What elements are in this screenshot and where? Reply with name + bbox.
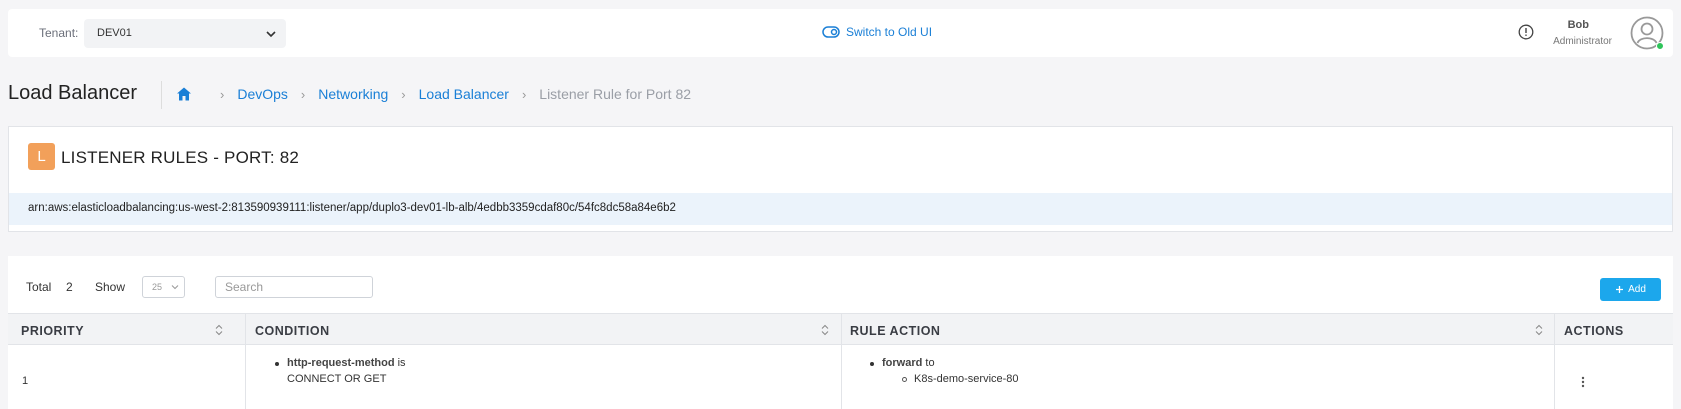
breadcrumb-devops[interactable]: DevOps [237, 86, 288, 102]
breadcrumb-networking[interactable]: Networking [318, 86, 388, 102]
column-header-rule-action[interactable]: RULE ACTION [850, 314, 940, 345]
sort-icon[interactable] [1534, 324, 1544, 336]
total-label: Total [26, 280, 52, 294]
switch-ui-toggle[interactable]: Switch to Old UI [822, 23, 932, 41]
column-divider [841, 314, 842, 345]
tenant-label: Tenant: [39, 26, 79, 40]
column-header-condition[interactable]: CONDITION [255, 314, 330, 345]
title-divider [161, 81, 162, 109]
condition-field: http-request-method [287, 357, 395, 369]
list-bullet [275, 362, 279, 366]
list-sub-bullet [902, 377, 907, 382]
column-header-actions: ACTIONS [1564, 324, 1624, 338]
tenant-select[interactable]: DEV01 [84, 19, 286, 48]
user-role: Administrator [1553, 36, 1612, 47]
online-status-dot [1656, 42, 1664, 50]
chevron-down-icon [266, 31, 276, 38]
column-divider [1554, 314, 1555, 345]
breadcrumb-separator: › [401, 86, 406, 102]
breadcrumb-load-balancer[interactable]: Load Balancer [419, 86, 509, 102]
table-row: 1 http-request-method is CONNECT OR GET … [8, 345, 1673, 409]
home-icon[interactable] [175, 85, 193, 103]
user-name: Bob [1567, 19, 1589, 31]
rules-table-card: Total 2 Show 25 Add PRIORITY CONDITION R… [8, 256, 1673, 409]
breadcrumb-current: Listener Rule for Port 82 [539, 86, 692, 102]
rules-heading: LISTENER RULES - PORT: 82 [61, 148, 300, 167]
breadcrumb: › DevOps › Networking › Load Balancer › … [175, 85, 691, 103]
column-divider [245, 314, 246, 345]
table-header: PRIORITY CONDITION RULE ACTION ACTIONS [8, 313, 1673, 345]
condition-value: CONNECT OR GET [287, 373, 387, 385]
breadcrumb-separator: › [300, 86, 306, 102]
column-divider [245, 345, 246, 409]
switch-ui-label: Switch to Old UI [846, 25, 933, 39]
search-input[interactable] [215, 276, 373, 298]
letter-badge: L [28, 143, 55, 170]
list-bullet [870, 362, 874, 366]
action-line: forward to [882, 357, 935, 369]
listener-rules-card: L LISTENER RULES - PORT: 82 arn:aws:elas… [8, 126, 1673, 232]
action-type: forward [882, 357, 923, 369]
more-actions-icon[interactable] [1579, 375, 1587, 389]
page-size-select[interactable]: 25 [142, 276, 185, 298]
action-preposition: to [925, 357, 935, 369]
condition-line: http-request-method is [287, 357, 406, 369]
top-bar: Tenant: DEV01 Switch to Old UI Bob Admin… [8, 9, 1673, 57]
sort-icon[interactable] [820, 324, 830, 336]
action-target: K8s-demo-service-80 [914, 373, 1019, 385]
add-button[interactable]: Add [1600, 278, 1661, 301]
condition-operator: is [397, 357, 406, 369]
toggle-icon [822, 26, 840, 38]
page-title: Load Balancer [8, 82, 137, 104]
chevron-down-icon [171, 285, 179, 290]
sort-icon[interactable] [214, 324, 224, 336]
breadcrumb-separator: › [220, 86, 225, 102]
show-label: Show [95, 280, 126, 294]
arn-text: arn:aws:elasticloadbalancing:us-west-2:8… [28, 202, 676, 214]
plus-icon [1616, 286, 1624, 293]
arn-band: arn:aws:elasticloadbalancing:us-west-2:8… [9, 193, 1672, 225]
info-icon[interactable] [1518, 24, 1534, 40]
total-count: 2 [66, 280, 73, 294]
page-size-value: 25 [152, 282, 163, 292]
breadcrumb-separator: › [521, 86, 527, 102]
priority-cell: 1 [22, 375, 29, 387]
add-button-label: Add [1628, 284, 1646, 295]
column-divider [841, 345, 842, 409]
tenant-value: DEV01 [97, 27, 132, 39]
column-header-priority[interactable]: PRIORITY [21, 314, 84, 345]
column-divider [1554, 345, 1555, 409]
